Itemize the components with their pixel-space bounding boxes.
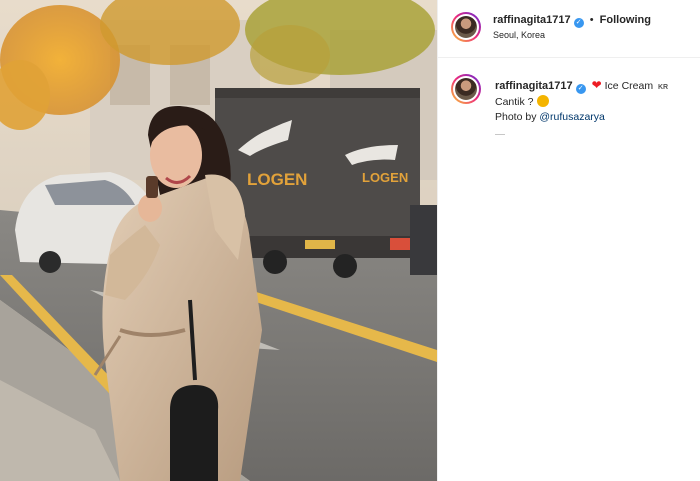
caption-text-1: Ice Cream <box>604 80 654 92</box>
caption-username[interactable]: raffinagita1717 <box>495 80 573 92</box>
separator-dot: • <box>589 14 594 26</box>
photo-credit-prefix: Photo by <box>495 111 537 123</box>
mention-link[interactable]: @rufusazarya <box>539 111 605 123</box>
avatar-image <box>455 16 477 38</box>
truck-sign-left: LOGEN <box>247 170 307 189</box>
author-avatar[interactable] <box>451 12 481 42</box>
author-username[interactable]: raffinagita1717 <box>493 14 571 26</box>
post-photo[interactable]: LOGEN LOGEN <box>0 0 437 481</box>
post-location[interactable]: Seoul, Korea <box>493 30 545 40</box>
caption-author-avatar[interactable] <box>451 74 481 104</box>
heart-emoji-icon: ❤ <box>591 78 602 92</box>
caption-divider <box>495 134 505 137</box>
avatar-image <box>455 78 477 100</box>
post-caption: raffinagita1717 ✓ ❤ Ice Cream KR Cantik ? … <box>495 78 695 125</box>
truck-sign-right: LOGEN <box>362 170 408 185</box>
heart-eyes-emoji-icon <box>536 95 549 107</box>
caption-text-2: Cantik ? <box>495 96 534 108</box>
verified-badge-icon: ✓ <box>575 84 586 94</box>
street-scene-image: LOGEN LOGEN <box>0 0 437 481</box>
following-button[interactable]: Following <box>600 14 651 26</box>
flag-kr-icon: KR <box>658 84 669 91</box>
verified-badge-icon: ✓ <box>573 18 584 28</box>
post-header: raffinagita1717 ✓ • Following Seoul, Kore… <box>438 0 700 58</box>
post-side-panel: raffinagita1717 ✓ • Following Seoul, Kore… <box>437 0 700 481</box>
